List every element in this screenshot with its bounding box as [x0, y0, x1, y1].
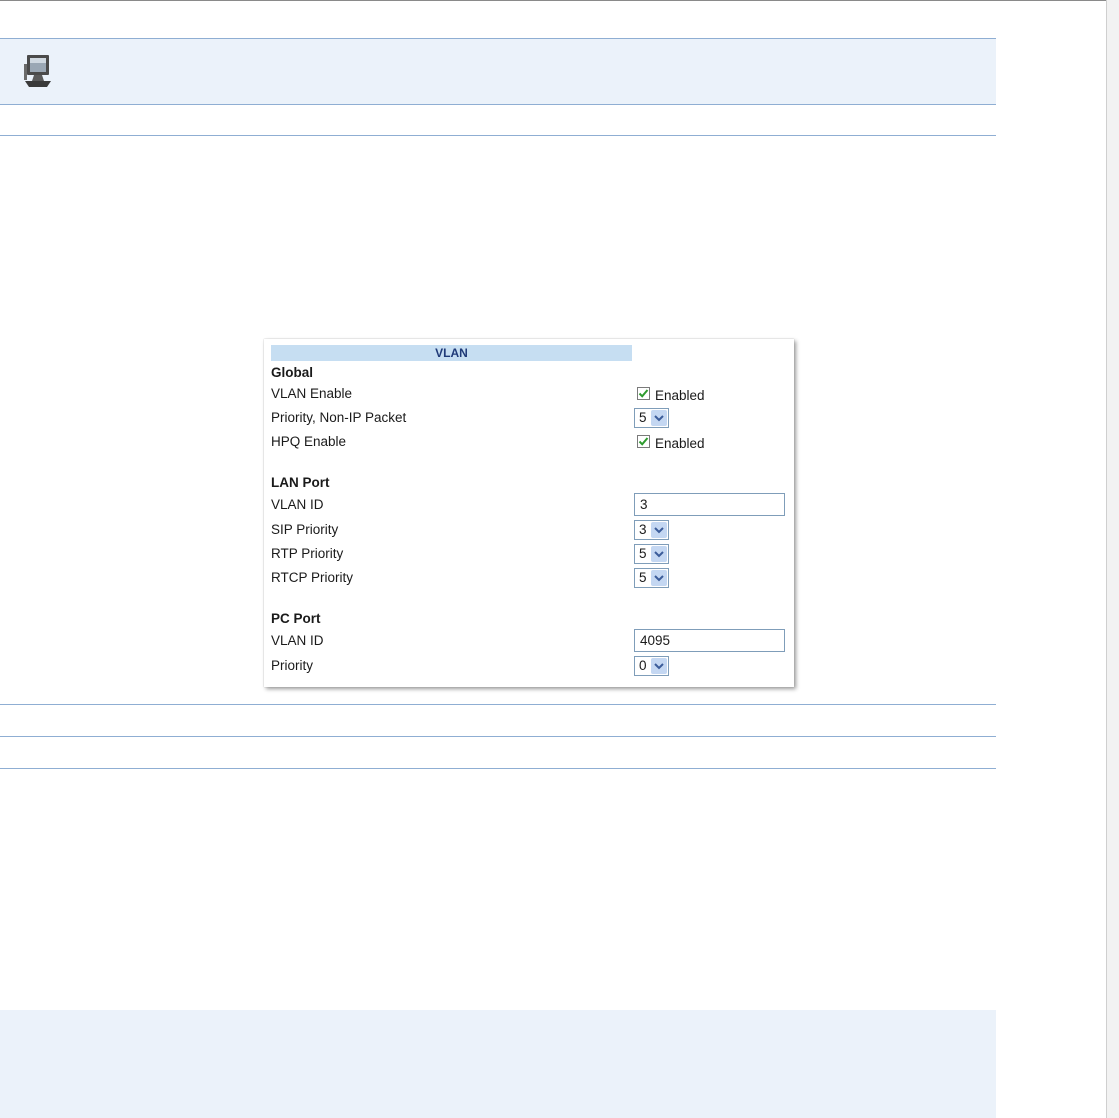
header-rule-top: [0, 38, 996, 39]
vlan-enable-state: Enabled: [655, 388, 705, 403]
pc-vlan-id-input[interactable]: 4095: [634, 629, 785, 652]
lan-vlan-id-input[interactable]: 3: [634, 493, 785, 516]
vlan-enable-label: VLAN Enable: [271, 386, 353, 401]
rtcp-priority-value: 5: [639, 570, 647, 585]
table-rule-2: [0, 704, 996, 705]
rtp-priority-select[interactable]: 5: [634, 544, 669, 564]
rtp-priority-label: RTP Priority: [271, 546, 344, 561]
rtp-priority-value: 5: [639, 546, 647, 561]
header-rule-bottom: [0, 104, 996, 105]
rtcp-priority-select[interactable]: 5: [634, 568, 669, 588]
top-rule: [0, 0, 1119, 1]
pc-priority-label: Priority: [271, 658, 314, 673]
note-footer-band: [0, 1010, 996, 1118]
pc-port-section-heading: PC Port: [271, 611, 321, 626]
lan-port-section-heading: LAN Port: [271, 475, 330, 490]
vlan-panel-title: VLAN: [271, 345, 632, 361]
global-section-heading: Global: [271, 365, 314, 380]
hpq-enable-checkbox[interactable]: [637, 435, 650, 448]
priority-non-ip-label: Priority, Non-IP Packet: [271, 410, 407, 425]
pc-vlan-id-label: VLAN ID: [271, 633, 324, 648]
note-header-band: [0, 38, 996, 104]
vlan-enable-checkbox[interactable]: [637, 387, 650, 400]
pc-priority-select[interactable]: 0: [634, 656, 669, 676]
check-icon: [638, 437, 649, 446]
table-rule-4: [0, 768, 996, 769]
pc-priority-value: 0: [639, 658, 647, 673]
chevron-down-icon: [651, 410, 667, 426]
vlan-settings-panel: VLAN Global VLAN Enable Enabled Priority…: [264, 339, 794, 687]
priority-non-ip-select[interactable]: 5: [634, 408, 669, 428]
chevron-down-icon: [651, 546, 667, 562]
rtcp-priority-label: RTCP Priority: [271, 570, 354, 585]
lan-vlan-id-label: VLAN ID: [271, 497, 324, 512]
sip-priority-label: SIP Priority: [271, 522, 339, 537]
right-margin-bar: [1107, 0, 1119, 1118]
computer-icon: [24, 55, 51, 87]
chevron-down-icon: [651, 570, 667, 586]
table-rule-1: [0, 135, 996, 136]
chevron-down-icon: [651, 658, 667, 674]
sip-priority-value: 3: [639, 522, 647, 537]
priority-non-ip-value: 5: [639, 410, 647, 425]
hpq-enable-label: HPQ Enable: [271, 434, 347, 449]
chevron-down-icon: [651, 522, 667, 538]
sip-priority-select[interactable]: 3: [634, 520, 669, 540]
table-rule-3: [0, 736, 996, 737]
hpq-enable-state: Enabled: [655, 436, 705, 451]
check-icon: [638, 389, 649, 398]
